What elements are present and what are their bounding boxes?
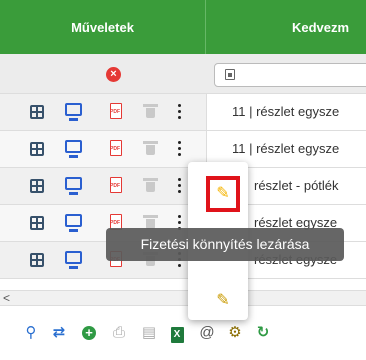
monitor-icon[interactable]: [65, 103, 82, 121]
filter-type-icon[interactable]: [225, 69, 235, 80]
scroll-left-icon[interactable]: <: [3, 291, 10, 305]
trash-icon[interactable]: [143, 178, 158, 193]
monitor-icon[interactable]: [65, 177, 82, 195]
pdf-icon[interactable]: [110, 140, 122, 156]
close-payment-relief-button[interactable]: ✎: [206, 176, 240, 212]
grid-header: Műveletek Kedvezm: [0, 0, 366, 54]
table-row[interactable]: 11 | részlet egysze: [0, 131, 366, 168]
filter-input[interactable]: [214, 63, 366, 87]
add-icon[interactable]: +: [80, 324, 98, 342]
row-text: 11 | részlet egysze: [232, 104, 340, 119]
print-icon[interactable]: ⎙: [110, 324, 128, 342]
pdf-icon[interactable]: [110, 177, 122, 193]
monitor-icon[interactable]: [65, 214, 82, 232]
column-header-actions[interactable]: Műveletek: [0, 0, 206, 54]
document-icon[interactable]: ▤: [140, 324, 158, 342]
filter-row: ×: [0, 54, 366, 94]
excel-icon[interactable]: X: [168, 324, 186, 343]
pdf-icon[interactable]: [110, 103, 122, 119]
monitor-icon[interactable]: [65, 140, 82, 158]
more-vertical-icon[interactable]: [178, 141, 182, 157]
pencil-w-button[interactable]: ✎: [206, 286, 240, 314]
retweet-icon[interactable]: ⇄: [50, 324, 68, 342]
row-text: 11 | részlet egysze: [232, 141, 340, 156]
table-icon[interactable]: [30, 179, 44, 193]
table-icon[interactable]: [30, 142, 44, 156]
refresh-icon[interactable]: ↻: [254, 324, 272, 342]
clear-filter-icon[interactable]: ×: [106, 67, 121, 82]
row-text: részlet - pótlék: [254, 178, 339, 193]
table-row[interactable]: részlet - pótlék: [0, 168, 366, 205]
horizontal-scrollbar[interactable]: <: [0, 290, 366, 306]
pencil-lock-icon: ✎: [216, 185, 230, 202]
at-icon[interactable]: @: [198, 324, 216, 342]
table-row[interactable]: 11 | részlet egysze: [0, 94, 366, 131]
trash-icon[interactable]: [143, 104, 158, 119]
more-vertical-icon[interactable]: [178, 104, 182, 120]
table-icon[interactable]: [30, 253, 44, 267]
table-icon[interactable]: [30, 216, 44, 230]
pencil-w-icon: ✎: [216, 292, 230, 309]
monitor-icon[interactable]: [65, 251, 82, 269]
tooltip: Fizetési könnyítés lezárása: [106, 228, 344, 261]
trash-icon[interactable]: [143, 141, 158, 156]
more-vertical-icon[interactable]: [178, 178, 182, 194]
bottom-toolbar: ⚲ ⇄ + ⎙ ▤ X @ ⚙ ↻: [0, 306, 366, 360]
search-icon[interactable]: ⚲: [22, 324, 40, 342]
settings-icon[interactable]: ⚙: [226, 324, 244, 342]
table-icon[interactable]: [30, 105, 44, 119]
column-header-discount[interactable]: Kedvezm: [292, 0, 349, 54]
